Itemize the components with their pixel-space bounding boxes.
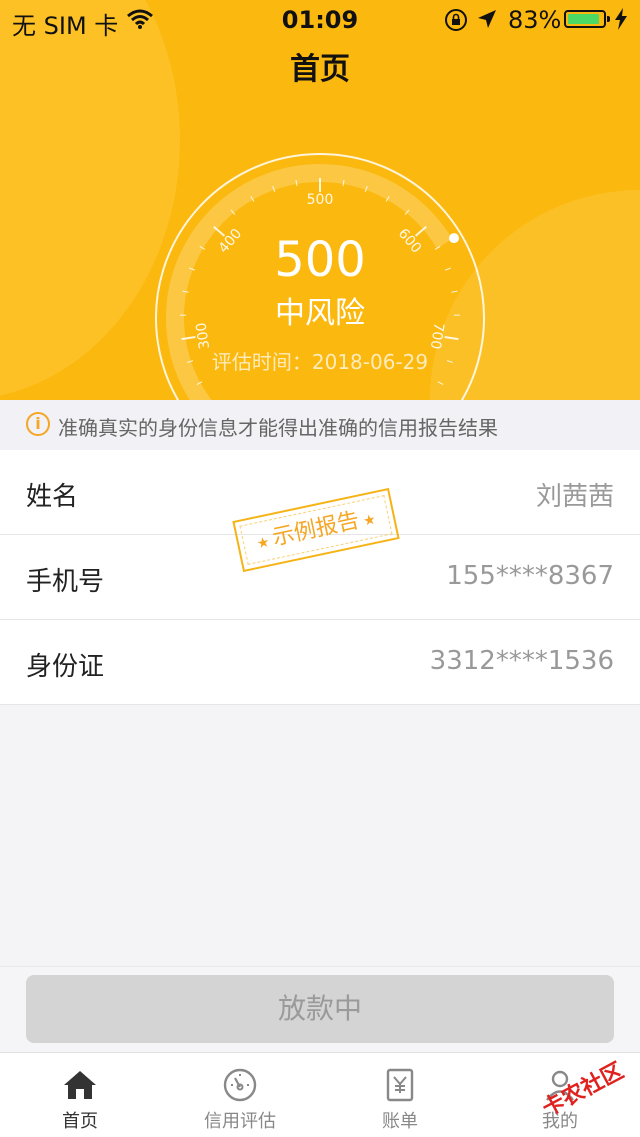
- evaluation-time: 评估时间：2018-06-29: [0, 346, 640, 375]
- notice-bar: i 准确真实的身份信息才能得出准确的信用报告结果: [0, 400, 640, 451]
- credit-gauge: 200300400500600700800: [0, 0, 640, 400]
- tab-credit-evaluation-label: 信用评估: [160, 1107, 320, 1133]
- tab-bill-label: 账单: [320, 1107, 480, 1133]
- id-card-value: 3312****1536: [430, 646, 614, 676]
- action-area: 放款中: [0, 966, 640, 1053]
- id-card-label: 身份证: [26, 646, 104, 683]
- gauge-tick: [445, 337, 459, 339]
- gauge-icon: [220, 1065, 260, 1105]
- notice-text: 准确真实的身份信息才能得出准确的信用报告结果: [58, 412, 498, 441]
- gauge-scale-label: 500: [307, 192, 334, 208]
- credit-score: 500: [0, 232, 640, 288]
- tab-credit-evaluation[interactable]: 信用评估: [160, 1053, 320, 1137]
- loan-status-button[interactable]: 放款中: [26, 975, 614, 1043]
- phone-label: 手机号: [26, 561, 104, 598]
- stamp-text: 示例报告: [270, 508, 361, 551]
- identity-info-list: 姓名 刘茜茜 手机号 155****8367 身份证 3312****1536: [0, 450, 640, 705]
- tab-bill[interactable]: 账单: [320, 1053, 480, 1137]
- info-icon: i: [26, 412, 50, 436]
- star-icon: ★: [362, 512, 378, 530]
- name-label: 姓名: [26, 476, 78, 513]
- home-icon: [60, 1065, 100, 1105]
- name-value: 刘茜茜: [536, 476, 614, 513]
- info-row-id-card: 身份证 3312****1536: [0, 620, 640, 705]
- tab-home-label: 首页: [0, 1107, 160, 1133]
- star-icon: ★: [255, 534, 271, 552]
- risk-level: 中风险: [0, 288, 640, 332]
- gauge-tick: [438, 382, 443, 385]
- bill-icon: [380, 1065, 420, 1105]
- tab-home[interactable]: 首页: [0, 1053, 160, 1137]
- header-banner: 无 SIM 卡 01:09 83% 首页 2003004005006007008…: [0, 0, 640, 400]
- phone-value: 155****8367: [446, 561, 614, 591]
